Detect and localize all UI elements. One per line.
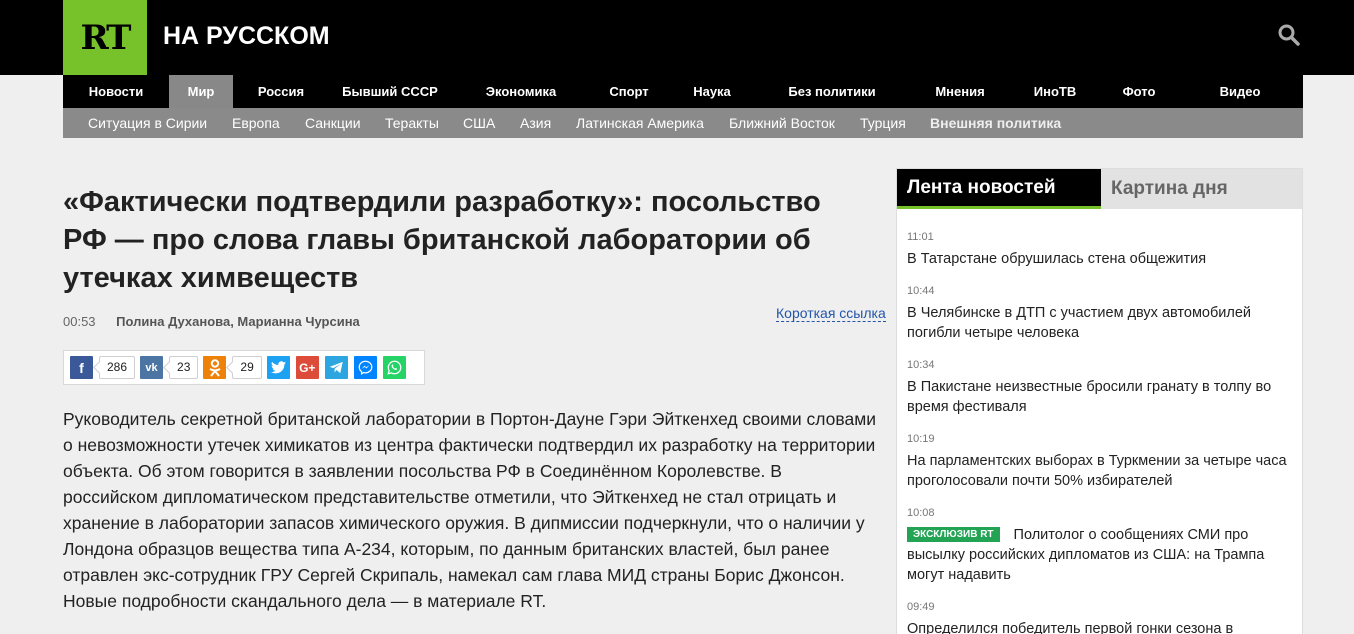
- main-nav: Новости Мир Россия Бывший СССР Экономика…: [63, 75, 1303, 108]
- vk-icon[interactable]: vk: [140, 356, 164, 379]
- news-feed-panel: Лента новостей Картина дня 11:01 В Татар…: [896, 168, 1303, 634]
- nav-item-world[interactable]: Мир: [169, 75, 233, 108]
- nav-item-video[interactable]: Видео: [1181, 75, 1299, 108]
- facebook-icon[interactable]: f: [70, 356, 93, 379]
- feed-item-title[interactable]: Определился победитель первой гонки сезо…: [907, 619, 1297, 634]
- sub-nav: Ситуация в Сирии Европа Санкции Теракты …: [63, 108, 1303, 138]
- subnav-item-usa[interactable]: США: [463, 108, 495, 138]
- feed-tabs: Лента новостей Картина дня: [897, 169, 1302, 209]
- nav-item-former-ussr[interactable]: Бывший СССР: [329, 75, 451, 108]
- feed-item-time: 10:19: [907, 433, 935, 445]
- whatsapp-icon[interactable]: [382, 356, 406, 379]
- vk-share-count: 23: [169, 356, 199, 379]
- article-meta: 00:53 Полина Духанова, Марианна Чурсина: [63, 314, 360, 329]
- subnav-item-terror[interactable]: Теракты: [385, 108, 439, 138]
- subnav-item-europe[interactable]: Европа: [232, 108, 280, 138]
- feed-item[interactable]: 10:34 В Пакистане неизвестные бросили гр…: [907, 358, 1297, 417]
- telegram-glyph: [329, 361, 343, 374]
- telegram-icon[interactable]: [324, 356, 348, 379]
- site-name[interactable]: НА РУССКОМ: [163, 22, 330, 51]
- search-icon[interactable]: [1277, 23, 1301, 47]
- facebook-glyph: f: [79, 359, 84, 376]
- feed-item-time: 10:34: [907, 359, 935, 371]
- whatsapp-glyph: [387, 360, 402, 375]
- article-headline: «Фактически подтвердили разработку»: пос…: [63, 186, 821, 294]
- feed-item-time: 10:44: [907, 285, 935, 297]
- feed-item[interactable]: 09:49 Определился победитель первой гонк…: [907, 600, 1297, 634]
- odnoklassniki-glyph: [209, 358, 221, 377]
- rt-logo[interactable]: RT: [63, 0, 147, 75]
- nav-item-inotv[interactable]: ИноТВ: [1013, 75, 1097, 108]
- facebook-share-count: 286: [99, 356, 136, 379]
- nav-item-economy[interactable]: Экономика: [451, 75, 591, 108]
- nav-item-photo[interactable]: Фото: [1097, 75, 1181, 108]
- google-plus-glyph: G+: [299, 360, 316, 375]
- logo-text: RT: [80, 17, 132, 58]
- share-bar: f 286 vk 23 29 G+: [63, 350, 425, 385]
- feed-item-time: 09:49: [907, 601, 935, 613]
- vk-glyph: vk: [145, 361, 158, 374]
- feed-item-time: 10:08: [907, 507, 935, 519]
- article-time: 00:53: [63, 314, 96, 329]
- feed-item-title[interactable]: В Челябинске в ДТП с участием двух автом…: [907, 303, 1297, 343]
- messenger-icon[interactable]: [353, 356, 377, 379]
- feed-item[interactable]: 10:19 На парламентских выборах в Туркмен…: [907, 432, 1297, 491]
- tab-picture-of-day[interactable]: Картина дня: [1111, 169, 1228, 209]
- article-lead: Руководитель секретной британской лабора…: [63, 409, 877, 611]
- subnav-item-latin-america[interactable]: Латинская Америка: [576, 108, 704, 138]
- subnav-item-syria[interactable]: Ситуация в Сирии: [88, 108, 207, 138]
- subnav-item-foreign-policy[interactable]: Внешняя политика: [930, 108, 1061, 138]
- exclusive-badge: ЭКСКЛЮЗИВ RT: [907, 527, 1000, 542]
- subnav-item-asia[interactable]: Азия: [520, 108, 551, 138]
- nav-item-opinions[interactable]: Мнения: [907, 75, 1013, 108]
- feed-item-title[interactable]: На парламентских выборах в Туркмении за …: [907, 451, 1297, 491]
- nav-item-news[interactable]: Новости: [63, 75, 169, 108]
- odnoklassniki-icon[interactable]: [203, 356, 227, 379]
- nav-item-science[interactable]: Наука: [667, 75, 757, 108]
- subnav-item-sanctions[interactable]: Санкции: [305, 108, 361, 138]
- feed-item[interactable]: 10:08 ЭКСКЛЮЗИВ RT Политолог о сообщениях…: [907, 506, 1297, 585]
- google-plus-icon[interactable]: G+: [295, 356, 319, 379]
- feed-item[interactable]: 10:44 В Челябинске в ДТП с участием двух…: [907, 284, 1297, 343]
- nav-item-sport[interactable]: Спорт: [591, 75, 667, 108]
- odnoklassniki-share-count: 29: [232, 356, 262, 379]
- top-header: RT НА РУССКОМ: [0, 0, 1354, 75]
- messenger-glyph: [358, 360, 373, 375]
- short-link[interactable]: Короткая ссылка: [776, 305, 886, 322]
- feed-item[interactable]: 11:01 В Татарстане обрушилась стена обще…: [907, 230, 1297, 269]
- feed-item-time: 11:01: [907, 231, 934, 243]
- feed-item-title[interactable]: В Татарстане обрушилась стена общежития: [907, 249, 1297, 269]
- article-authors[interactable]: Полина Духанова, Марианна Чурсина: [116, 314, 360, 329]
- twitter-glyph: [270, 361, 286, 374]
- subnav-item-turkey[interactable]: Турция: [860, 108, 906, 138]
- feed-item-title[interactable]: ЭКСКЛЮЗИВ RT Политолог о сообщениях СМИ п…: [907, 525, 1297, 585]
- feed-item-title[interactable]: В Пакистане неизвестные бросили гранату …: [907, 377, 1297, 417]
- tab-news-feed[interactable]: Лента новостей: [897, 169, 1101, 209]
- nav-item-no-politics[interactable]: Без политики: [757, 75, 907, 108]
- subnav-item-middle-east[interactable]: Ближний Восток: [729, 108, 835, 138]
- twitter-icon[interactable]: [266, 356, 290, 379]
- nav-item-russia[interactable]: Россия: [233, 75, 329, 108]
